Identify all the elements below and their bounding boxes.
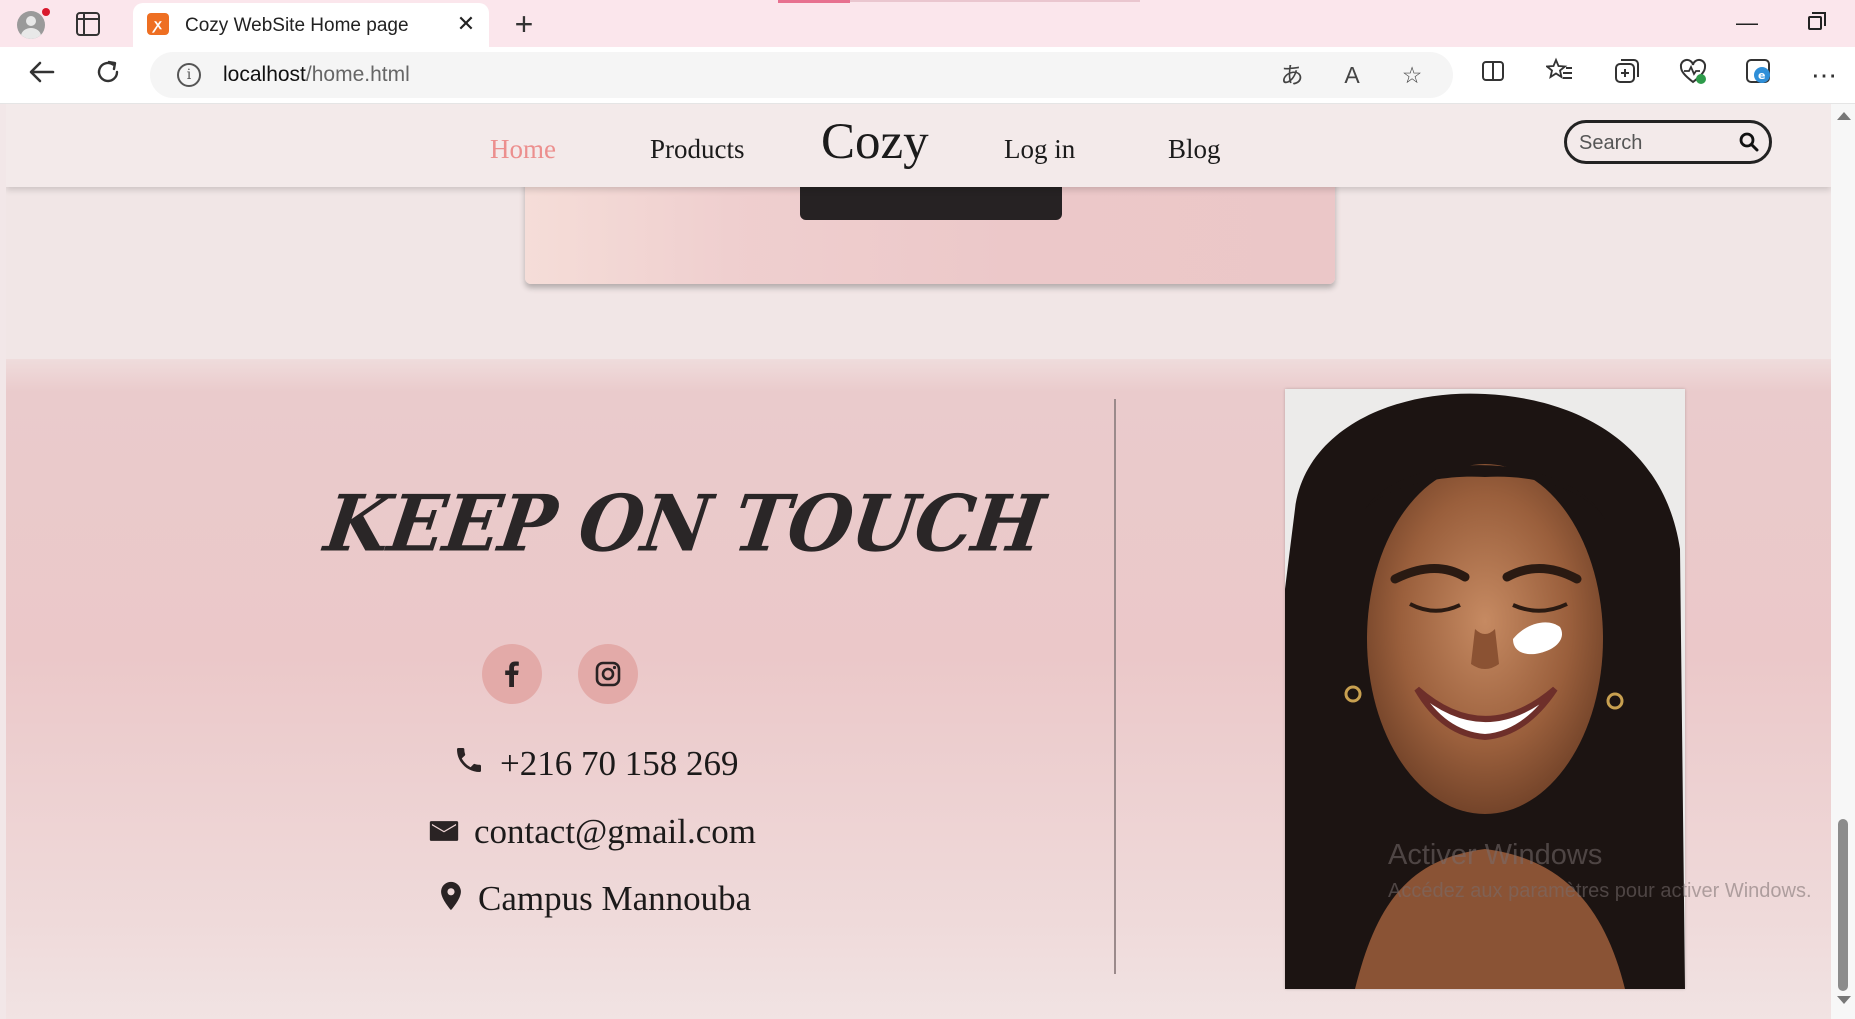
avatar — [17, 11, 45, 39]
web-page: Home Products Cozy Log in Blog KEEP ON T… — [6, 104, 1831, 1019]
tab-actions-icon[interactable] — [76, 12, 100, 36]
tab-title: Cozy WebSite Home page — [185, 15, 409, 36]
page-scrollbar[interactable] — [1831, 104, 1855, 1019]
location-pin-icon — [434, 879, 468, 918]
windows-activation-watermark: Activer Windows Accédez aux paramètres p… — [1388, 839, 1812, 903]
collections-icon[interactable] — [1609, 57, 1645, 93]
instagram-button[interactable] — [578, 644, 638, 704]
search-icon[interactable] — [1739, 132, 1759, 152]
instagram-icon — [595, 661, 621, 687]
loading-indicator-track — [850, 0, 1140, 2]
read-aloud-icon[interactable]: A — [1334, 57, 1370, 93]
favorite-star-icon[interactable]: ☆ — [1394, 57, 1430, 93]
nav-home[interactable]: Home — [490, 134, 556, 165]
facebook-button[interactable] — [482, 644, 542, 704]
footer-divider — [1114, 399, 1116, 974]
nav-login[interactable]: Log in — [1004, 134, 1075, 165]
nav-products[interactable]: Products — [650, 134, 745, 165]
browser-tab-bar: ꭗ Cozy WebSite Home page ✕ + — — [0, 0, 1855, 47]
nav-blog[interactable]: Blog — [1168, 134, 1221, 165]
close-tab-icon[interactable]: ✕ — [453, 11, 479, 37]
phone-icon — [453, 744, 485, 781]
contact-footer: KEEP ON TOUCH +216 70 158 269 contact@gm… — [6, 359, 1831, 1019]
internet-explorer-mode-icon[interactable]: e — [1741, 57, 1777, 93]
loading-indicator — [778, 0, 850, 3]
refresh-button[interactable] — [90, 57, 126, 93]
contact-email[interactable]: contact@gmail.com — [474, 812, 756, 852]
browser-tab[interactable]: ꭗ Cozy WebSite Home page ✕ — [133, 3, 489, 47]
translate-icon[interactable]: あ — [1274, 57, 1310, 93]
scrollbar-thumb[interactable] — [1838, 819, 1848, 991]
new-tab-button[interactable]: + — [508, 5, 540, 43]
scroll-down-arrow-icon[interactable] — [1837, 996, 1851, 1004]
more-menu-icon[interactable]: ⋯ — [1806, 57, 1842, 93]
svg-text:e: e — [1758, 69, 1765, 82]
search-input[interactable] — [1579, 130, 1729, 156]
split-screen-icon[interactable] — [1475, 57, 1511, 93]
site-info-icon[interactable]: i — [177, 63, 201, 87]
search-box — [1564, 120, 1772, 164]
facebook-icon — [505, 661, 519, 687]
site-logo[interactable]: Cozy — [821, 113, 929, 171]
footer-heading: KEEP ON TOUCH — [319, 478, 1049, 570]
xampp-icon: ꭗ — [147, 13, 169, 35]
contact-location: Campus Mannouba — [478, 879, 752, 918]
restore-window-icon[interactable] — [1808, 12, 1826, 30]
email-icon — [427, 814, 461, 853]
scroll-up-arrow-icon[interactable] — [1837, 112, 1851, 120]
watermark-title: Activer Windows — [1388, 839, 1603, 871]
back-button[interactable] — [24, 57, 60, 93]
address-url[interactable]: localhost/home.html — [223, 63, 410, 87]
profile-button[interactable] — [14, 8, 50, 40]
browser-toolbar: i localhost/home.html あ A ☆ e ⋯ — [0, 47, 1855, 104]
browser-essentials-icon[interactable] — [1675, 57, 1711, 93]
site-navbar: Home Products Cozy Log in Blog — [6, 104, 1831, 187]
watermark-subtitle: Accédez aux paramètres pour activer Wind… — [1388, 880, 1812, 902]
address-bar[interactable]: i localhost/home.html あ A ☆ — [150, 52, 1453, 98]
notification-dot — [42, 8, 50, 16]
contact-phone: +216 70 158 269 — [500, 744, 739, 783]
favorites-icon[interactable] — [1542, 57, 1578, 93]
minimize-window-icon[interactable]: — — [1736, 10, 1758, 36]
